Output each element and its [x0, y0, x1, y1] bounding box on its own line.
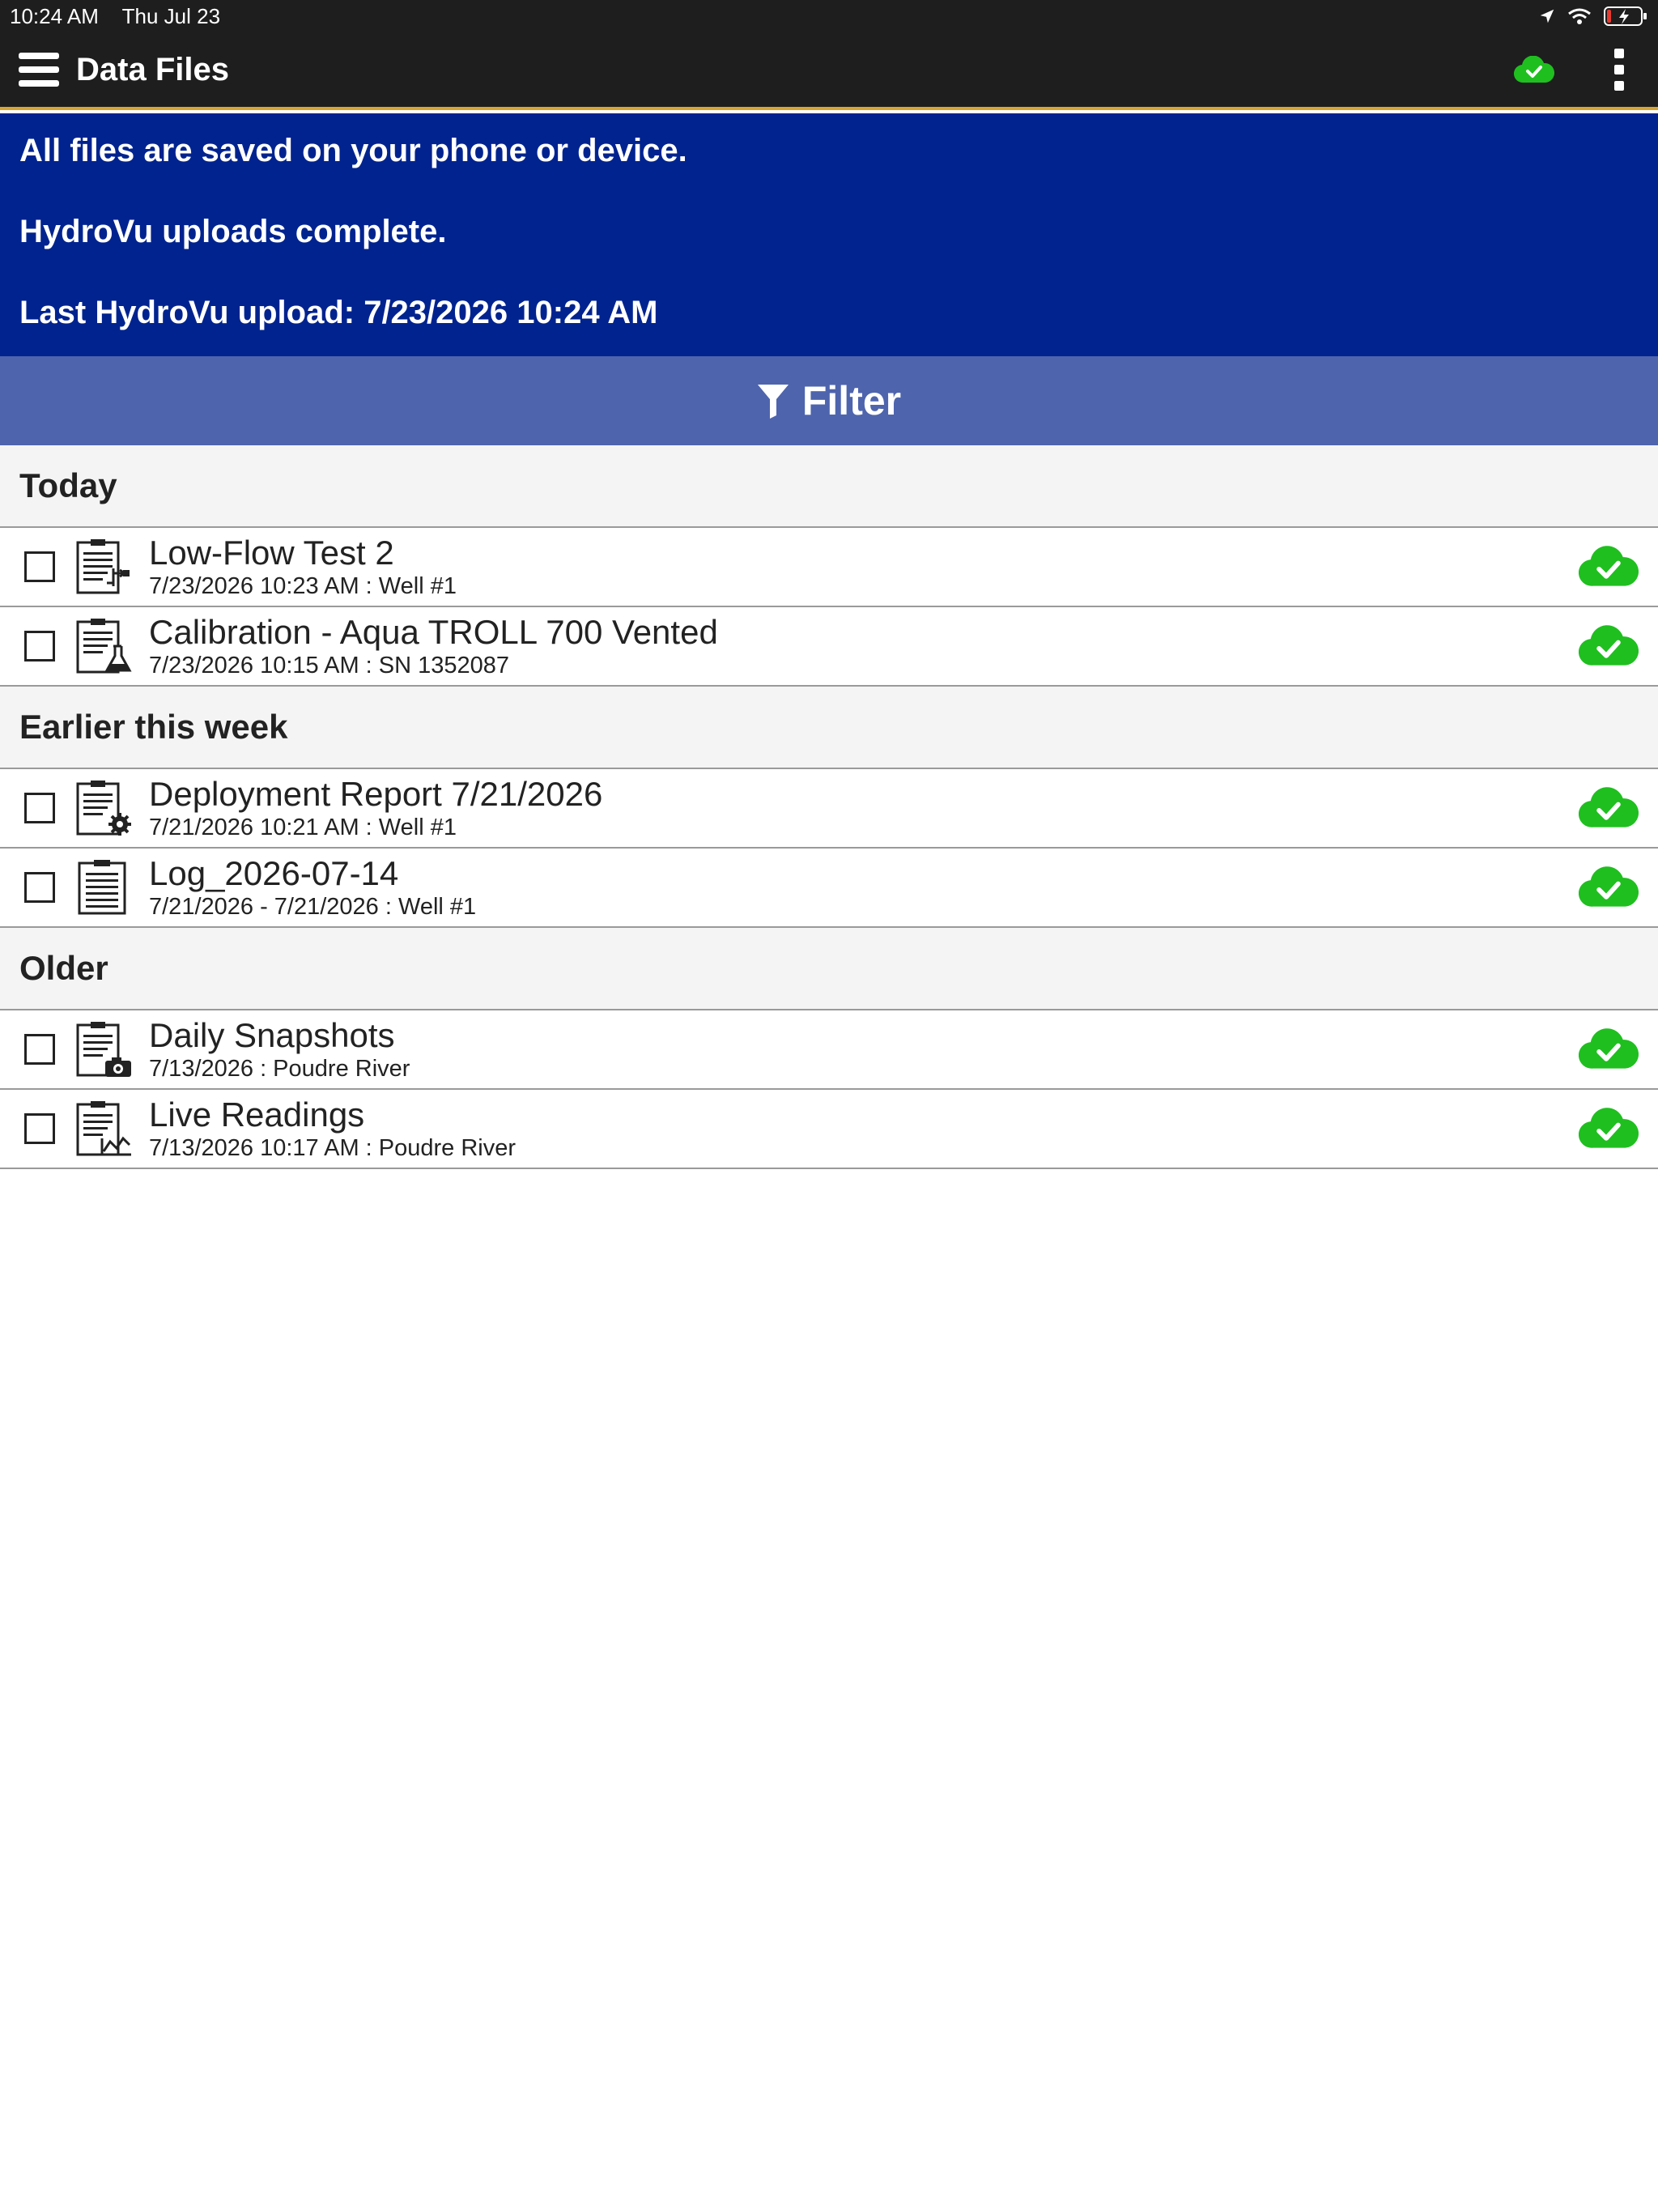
file-text: Deployment Report 7/21/2026 7/21/2026 10… — [149, 775, 602, 841]
menu-button[interactable] — [0, 31, 78, 108]
vertical-ellipsis-icon — [1614, 49, 1624, 91]
filter-label: Filter — [801, 378, 902, 423]
upload-status-message: HydroVu uploads complete. — [19, 214, 447, 249]
file-list: Today Low-Flow Test 2 7/23/2026 10:23 AM… — [0, 445, 1658, 1169]
cloud-check-icon — [1579, 1108, 1639, 1148]
file-subtitle: 7/13/2026 : Poudre River — [149, 1056, 410, 1082]
file-text: Live Readings 7/13/2026 10:17 AM : Poudr… — [149, 1095, 516, 1162]
file-checkbox[interactable] — [24, 1113, 55, 1144]
file-subtitle: 7/21/2026 - 7/21/2026 : Well #1 — [149, 894, 477, 920]
file-checkbox[interactable] — [24, 793, 55, 823]
file-title: Log_2026-07-14 — [149, 854, 399, 892]
cloud-check-icon — [1579, 1028, 1639, 1069]
file-title: Calibration - Aqua TROLL 700 Vented — [149, 613, 718, 651]
battery-charging-icon — [1604, 6, 1647, 26]
file-checkbox[interactable] — [24, 631, 55, 661]
more-options-button[interactable] — [1580, 31, 1658, 108]
app-bar: Data Files — [0, 32, 1658, 110]
wifi-icon — [1568, 8, 1591, 24]
page-title: Data Files — [76, 51, 229, 87]
section-header-today: Today — [0, 445, 1658, 528]
status-bar: 10:24 AM Thu Jul 23 — [0, 0, 1658, 32]
file-row[interactable]: Calibration - Aqua TROLL 700 Vented 7/23… — [0, 607, 1658, 687]
file-title: Live Readings — [149, 1095, 365, 1134]
file-row[interactable]: Low-Flow Test 2 7/23/2026 10:23 AM : Wel… — [0, 528, 1658, 607]
saved-message: All files are saved on your phone or dev… — [19, 133, 687, 168]
file-subtitle: 7/21/2026 10:21 AM : Well #1 — [149, 815, 457, 840]
file-checkbox[interactable] — [24, 551, 55, 582]
cloud-check-icon — [1579, 787, 1639, 827]
file-checkbox[interactable] — [24, 872, 55, 903]
sync-status-button[interactable] — [1498, 31, 1571, 108]
status-date: Thu Jul 23 — [121, 3, 221, 28]
sync-info-banner: All files are saved on your phone or dev… — [0, 113, 1658, 356]
file-title: Daily Snapshots — [149, 1016, 395, 1054]
cloud-check-icon — [1579, 866, 1639, 907]
file-row[interactable]: Deployment Report 7/21/2026 7/21/2026 10… — [0, 769, 1658, 849]
deployment-report-icon — [76, 781, 131, 836]
log-file-icon — [78, 860, 126, 915]
file-text: Log_2026-07-14 7/21/2026 - 7/21/2026 : W… — [149, 854, 476, 921]
file-text: Calibration - Aqua TROLL 700 Vented 7/23… — [149, 613, 718, 679]
file-title: Low-Flow Test 2 — [149, 534, 394, 572]
filter-button[interactable]: Filter — [0, 356, 1658, 445]
section-header-earlier-this-week: Earlier this week — [0, 687, 1658, 769]
status-right — [1538, 5, 1648, 28]
lowflow-report-icon — [76, 539, 130, 594]
section-header-older: Older — [0, 928, 1658, 1010]
hamburger-menu-icon — [19, 53, 59, 87]
file-text: Low-Flow Test 2 7/23/2026 10:23 AM : Wel… — [149, 534, 457, 600]
status-left: 10:24 AM Thu Jul 23 — [10, 4, 238, 29]
calibration-report-icon — [76, 619, 132, 674]
status-time: 10:24 AM — [10, 3, 99, 28]
file-subtitle: 7/23/2026 10:23 AM : Well #1 — [149, 573, 457, 599]
cloud-check-icon — [1579, 625, 1639, 666]
file-row[interactable]: Live Readings 7/13/2026 10:17 AM : Poudr… — [0, 1090, 1658, 1169]
file-row[interactable]: Log_2026-07-14 7/21/2026 - 7/21/2026 : W… — [0, 849, 1658, 928]
live-readings-icon — [76, 1101, 131, 1156]
file-text: Daily Snapshots 7/13/2026 : Poudre River — [149, 1016, 410, 1083]
funnel-icon — [757, 385, 789, 419]
cloud-check-icon — [1579, 546, 1639, 586]
file-checkbox[interactable] — [24, 1034, 55, 1065]
file-title: Deployment Report 7/21/2026 — [149, 775, 603, 813]
file-subtitle: 7/13/2026 10:17 AM : Poudre River — [149, 1135, 517, 1161]
cloud-check-icon — [1514, 56, 1554, 83]
location-icon — [1540, 9, 1554, 23]
file-subtitle: 7/23/2026 10:15 AM : SN 1352087 — [149, 653, 510, 678]
file-row[interactable]: Daily Snapshots 7/13/2026 : Poudre River — [0, 1010, 1658, 1090]
snapshot-report-icon — [76, 1022, 131, 1077]
